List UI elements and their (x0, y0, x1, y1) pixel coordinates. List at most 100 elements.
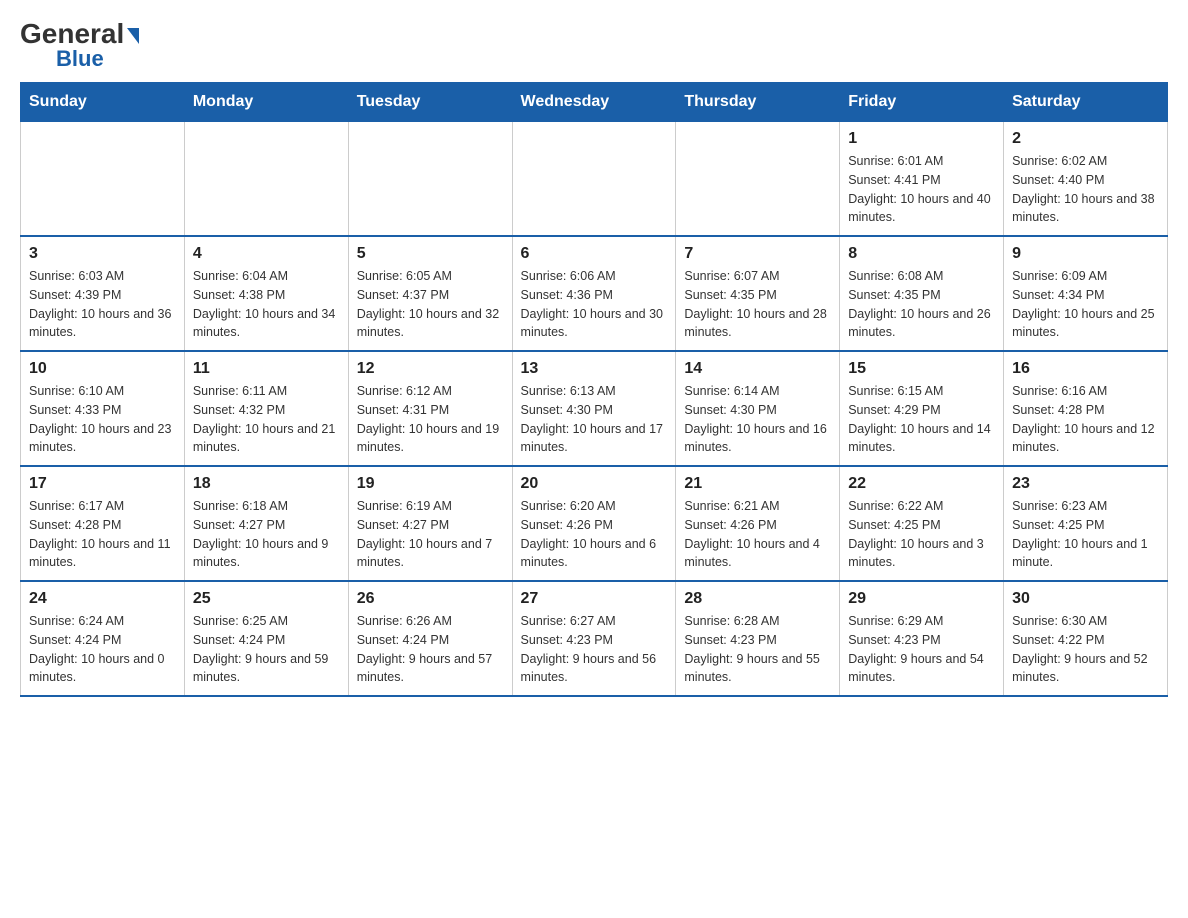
day-number: 25 (193, 590, 340, 608)
calendar-cell: 18 Sunrise: 6:18 AMSunset: 4:27 PMDayligh… (184, 466, 348, 581)
day-number: 14 (684, 360, 831, 378)
weekday-header-wednesday: Wednesday (512, 83, 676, 122)
weekday-header-row: SundayMondayTuesdayWednesdayThursdayFrid… (21, 83, 1168, 122)
logo-blue-text: Blue (56, 46, 104, 72)
calendar-cell (676, 122, 840, 237)
day-number: 17 (29, 475, 176, 493)
day-info: Sunrise: 6:01 AMSunset: 4:41 PMDaylight:… (848, 152, 995, 227)
calendar-cell: 7Sunrise: 6:07 AMSunset: 4:35 PMDaylight… (676, 236, 840, 351)
day-number: 26 (357, 590, 504, 608)
page-header: General Blue (20, 20, 1168, 72)
day-number: 28 (684, 590, 831, 608)
calendar-cell: 11 Sunrise: 6:11 AMSunset: 4:32 PMDayligh… (184, 351, 348, 466)
day-info: Sunrise: 6:08 AMSunset: 4:35 PMDaylight:… (848, 267, 995, 342)
weekday-header-monday: Monday (184, 83, 348, 122)
day-number: 30 (1012, 590, 1159, 608)
weekday-header-friday: Friday (840, 83, 1004, 122)
day-info: Sunrise: 6:03 AMSunset: 4:39 PMDaylight:… (29, 267, 176, 342)
calendar-body: 1 Sunrise: 6:01 AMSunset: 4:41 PMDaylight… (21, 122, 1168, 697)
calendar-cell: 29Sunrise: 6:29 AMSunset: 4:23 PMDayligh… (840, 581, 1004, 696)
calendar-table: SundayMondayTuesdayWednesdayThursdayFrid… (20, 82, 1168, 697)
calendar-cell: 5Sunrise: 6:05 AMSunset: 4:37 PMDaylight… (348, 236, 512, 351)
day-number: 23 (1012, 475, 1159, 493)
day-info: Sunrise: 6:14 AMSunset: 4:30 PMDaylight:… (684, 382, 831, 457)
day-info: Sunrise: 6:04 AMSunset: 4:38 PMDaylight:… (193, 267, 340, 342)
calendar-cell: 10 Sunrise: 6:10 AMSunset: 4:33 PMDayligh… (21, 351, 185, 466)
calendar-cell: 22Sunrise: 6:22 AMSunset: 4:25 PMDayligh… (840, 466, 1004, 581)
calendar-cell: 2Sunrise: 6:02 AMSunset: 4:40 PMDaylight… (1004, 122, 1168, 237)
day-number: 11 (193, 360, 340, 378)
day-number: 27 (521, 590, 668, 608)
calendar-cell: 12 Sunrise: 6:12 AMSunset: 4:31 PMDayligh… (348, 351, 512, 466)
calendar-week-5: 24 Sunrise: 6:24 AMSunset: 4:24 PMDayligh… (21, 581, 1168, 696)
calendar-cell: 8 Sunrise: 6:08 AMSunset: 4:35 PMDaylight… (840, 236, 1004, 351)
day-info: Sunrise: 6:13 AMSunset: 4:30 PMDaylight:… (521, 382, 668, 457)
day-number: 8 (848, 245, 995, 263)
day-number: 19 (357, 475, 504, 493)
day-info: Sunrise: 6:28 AMSunset: 4:23 PMDaylight:… (684, 612, 831, 687)
day-info: Sunrise: 6:18 AMSunset: 4:27 PMDaylight:… (193, 497, 340, 572)
day-number: 21 (684, 475, 831, 493)
calendar-cell: 4 Sunrise: 6:04 AMSunset: 4:38 PMDaylight… (184, 236, 348, 351)
day-number: 20 (521, 475, 668, 493)
calendar-week-1: 1 Sunrise: 6:01 AMSunset: 4:41 PMDaylight… (21, 122, 1168, 237)
day-number: 22 (848, 475, 995, 493)
calendar-header: SundayMondayTuesdayWednesdayThursdayFrid… (21, 83, 1168, 122)
day-number: 24 (29, 590, 176, 608)
calendar-cell (512, 122, 676, 237)
day-info: Sunrise: 6:23 AMSunset: 4:25 PMDaylight:… (1012, 497, 1159, 572)
calendar-cell: 27 Sunrise: 6:27 AMSunset: 4:23 PMDayligh… (512, 581, 676, 696)
calendar-cell: 28 Sunrise: 6:28 AMSunset: 4:23 PMDayligh… (676, 581, 840, 696)
day-info: Sunrise: 6:21 AMSunset: 4:26 PMDaylight:… (684, 497, 831, 572)
day-info: Sunrise: 6:12 AMSunset: 4:31 PMDaylight:… (357, 382, 504, 457)
day-number: 1 (848, 130, 995, 148)
day-info: Sunrise: 6:09 AMSunset: 4:34 PMDaylight:… (1012, 267, 1159, 342)
calendar-cell: 25 Sunrise: 6:25 AMSunset: 4:24 PMDayligh… (184, 581, 348, 696)
calendar-cell: 14 Sunrise: 6:14 AMSunset: 4:30 PMDayligh… (676, 351, 840, 466)
day-number: 5 (357, 245, 504, 263)
day-info: Sunrise: 6:10 AMSunset: 4:33 PMDaylight:… (29, 382, 176, 457)
calendar-cell: 13 Sunrise: 6:13 AMSunset: 4:30 PMDayligh… (512, 351, 676, 466)
day-info: Sunrise: 6:11 AMSunset: 4:32 PMDaylight:… (193, 382, 340, 457)
calendar-cell: 9 Sunrise: 6:09 AMSunset: 4:34 PMDaylight… (1004, 236, 1168, 351)
calendar-cell (184, 122, 348, 237)
calendar-cell: 16Sunrise: 6:16 AMSunset: 4:28 PMDayligh… (1004, 351, 1168, 466)
day-number: 10 (29, 360, 176, 378)
day-number: 13 (521, 360, 668, 378)
day-info: Sunrise: 6:30 AMSunset: 4:22 PMDaylight:… (1012, 612, 1159, 687)
day-info: Sunrise: 6:24 AMSunset: 4:24 PMDaylight:… (29, 612, 176, 687)
calendar-cell: 15Sunrise: 6:15 AMSunset: 4:29 PMDayligh… (840, 351, 1004, 466)
calendar-cell: 24 Sunrise: 6:24 AMSunset: 4:24 PMDayligh… (21, 581, 185, 696)
day-info: Sunrise: 6:20 AMSunset: 4:26 PMDaylight:… (521, 497, 668, 572)
day-info: Sunrise: 6:06 AMSunset: 4:36 PMDaylight:… (521, 267, 668, 342)
calendar-cell: 19Sunrise: 6:19 AMSunset: 4:27 PMDayligh… (348, 466, 512, 581)
day-number: 2 (1012, 130, 1159, 148)
weekday-header-saturday: Saturday (1004, 83, 1168, 122)
calendar-week-3: 10 Sunrise: 6:10 AMSunset: 4:33 PMDayligh… (21, 351, 1168, 466)
day-number: 29 (848, 590, 995, 608)
day-number: 9 (1012, 245, 1159, 263)
calendar-cell: 6 Sunrise: 6:06 AMSunset: 4:36 PMDaylight… (512, 236, 676, 351)
day-info: Sunrise: 6:17 AMSunset: 4:28 PMDaylight:… (29, 497, 176, 572)
calendar-cell (21, 122, 185, 237)
day-info: Sunrise: 6:27 AMSunset: 4:23 PMDaylight:… (521, 612, 668, 687)
calendar-week-2: 3 Sunrise: 6:03 AMSunset: 4:39 PMDaylight… (21, 236, 1168, 351)
day-number: 7 (684, 245, 831, 263)
day-number: 18 (193, 475, 340, 493)
logo: General Blue (20, 20, 139, 72)
day-info: Sunrise: 6:25 AMSunset: 4:24 PMDaylight:… (193, 612, 340, 687)
calendar-week-4: 17 Sunrise: 6:17 AMSunset: 4:28 PMDayligh… (21, 466, 1168, 581)
calendar-cell: 30 Sunrise: 6:30 AMSunset: 4:22 PMDayligh… (1004, 581, 1168, 696)
calendar-cell: 23 Sunrise: 6:23 AMSunset: 4:25 PMDayligh… (1004, 466, 1168, 581)
day-info: Sunrise: 6:16 AMSunset: 4:28 PMDaylight:… (1012, 382, 1159, 457)
calendar-cell: 21 Sunrise: 6:21 AMSunset: 4:26 PMDayligh… (676, 466, 840, 581)
calendar-cell: 17 Sunrise: 6:17 AMSunset: 4:28 PMDayligh… (21, 466, 185, 581)
calendar-cell: 1 Sunrise: 6:01 AMSunset: 4:41 PMDaylight… (840, 122, 1004, 237)
day-info: Sunrise: 6:15 AMSunset: 4:29 PMDaylight:… (848, 382, 995, 457)
weekday-header-thursday: Thursday (676, 83, 840, 122)
day-number: 12 (357, 360, 504, 378)
weekday-header-sunday: Sunday (21, 83, 185, 122)
day-number: 3 (29, 245, 176, 263)
day-number: 4 (193, 245, 340, 263)
day-number: 6 (521, 245, 668, 263)
